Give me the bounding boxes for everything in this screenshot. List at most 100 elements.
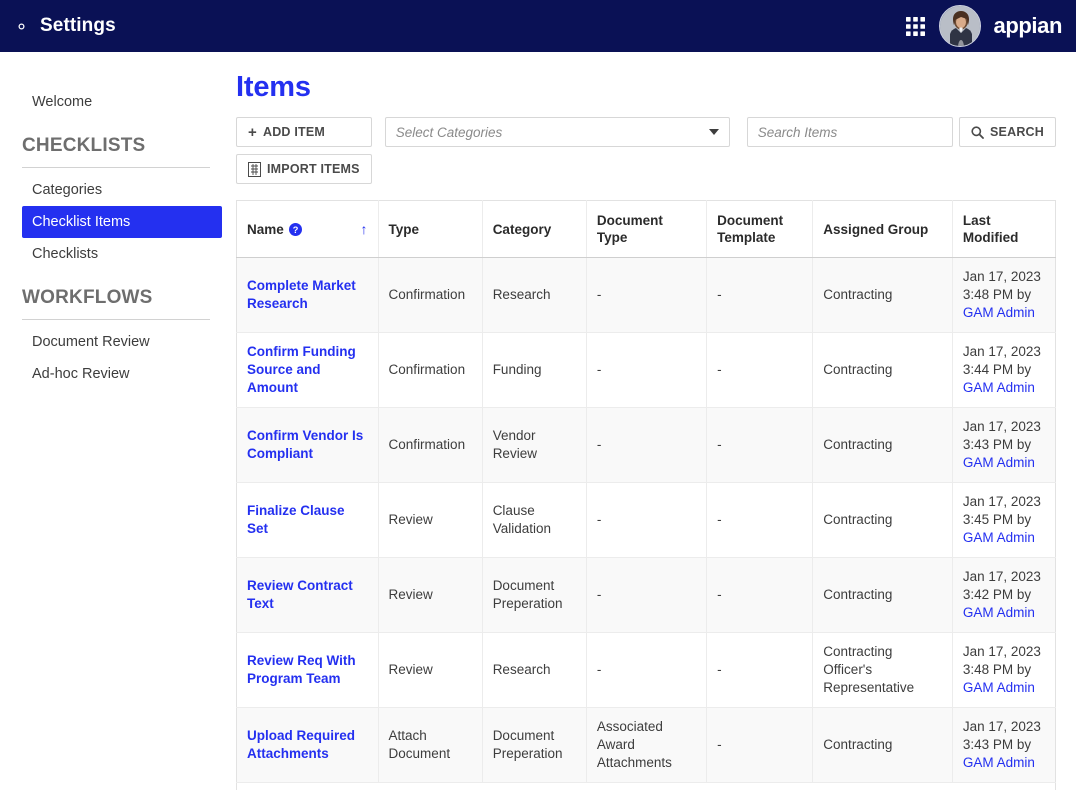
- modified-timestamp: Jan 17, 2023 3:44 PM by: [962, 344, 1041, 377]
- cell-document-template: -: [706, 482, 814, 558]
- modified-timestamp: Jan 17, 2023 3:45 PM by: [962, 494, 1041, 527]
- table-row: Upload Required Attachments Attach Docum…: [236, 707, 1056, 783]
- item-name-link[interactable]: Review Contract Text: [247, 578, 353, 611]
- modified-timestamp: Jan 17, 2023 3:48 PM by: [962, 269, 1041, 302]
- page-title: Items: [236, 71, 311, 103]
- cell-document-type: -: [586, 482, 708, 558]
- cell-assigned-group: Contracting: [812, 482, 953, 558]
- item-name-link[interactable]: Complete Market Research: [247, 278, 356, 311]
- table-row: Review Contract Text Review Document Pre…: [236, 557, 1056, 633]
- cell-document-type: -: [586, 407, 708, 483]
- sidebar-item-document-review[interactable]: Document Review: [0, 326, 232, 358]
- cell-type: Confirmation: [378, 332, 483, 408]
- modified-by-link[interactable]: GAM Admin: [963, 605, 1035, 620]
- add-item-button[interactable]: + ADD ITEM: [236, 117, 372, 147]
- column-header-assigned-group[interactable]: Assigned Group: [812, 200, 953, 258]
- page-body: Welcome CHECKLISTS Categories Checklist …: [0, 52, 1076, 790]
- cell-type: Confirmation: [378, 257, 483, 333]
- cell-category: Clause Validation: [482, 482, 587, 558]
- cell-last-modified: Jan 17, 2023 3:45 PM by GAM Admin: [952, 482, 1056, 558]
- column-header-document-template[interactable]: Document Template: [706, 200, 814, 258]
- cell-last-modified: Jan 17, 2023 3:48 PM by GAM Admin: [952, 257, 1056, 333]
- cell-name: Upload Required Attachments: [236, 707, 379, 783]
- item-name-link[interactable]: Confirm Funding Source and Amount: [247, 344, 356, 395]
- item-name-link[interactable]: Confirm Vendor Is Compliant: [247, 428, 363, 461]
- topbar-title: Settings: [40, 15, 116, 36]
- items-table: Name ? ↑ Type Category Document Type Doc…: [236, 200, 1056, 790]
- modified-by-link[interactable]: GAM Admin: [963, 380, 1035, 395]
- cell-name: Confirm Vendor Is Compliant: [236, 407, 379, 483]
- sidebar-item-checklist-items[interactable]: Checklist Items: [22, 206, 222, 238]
- table-body: Complete Market Research Confirmation Re…: [236, 257, 1056, 790]
- category-select[interactable]: Select Categories: [384, 117, 730, 147]
- modified-by-link[interactable]: GAM Admin: [963, 680, 1035, 695]
- item-count: 7 items: [236, 782, 1056, 790]
- item-name-link[interactable]: Upload Required Attachments: [247, 728, 355, 761]
- cell-document-template: -: [706, 632, 814, 708]
- cell-category: Document Preperation: [482, 557, 587, 633]
- app-grid-icon[interactable]: [905, 16, 926, 37]
- cell-type: Review: [378, 557, 483, 633]
- import-items-button[interactable]: IMPORT ITEMS: [236, 154, 372, 184]
- column-header-last-modified[interactable]: Last Modified: [952, 200, 1056, 258]
- modified-by-link[interactable]: GAM Admin: [963, 530, 1035, 545]
- cell-type: Confirmation: [378, 407, 483, 483]
- cell-assigned-group: Contracting: [812, 257, 953, 333]
- modified-by-link[interactable]: GAM Admin: [963, 305, 1035, 320]
- table-row: Complete Market Research Confirmation Re…: [236, 257, 1056, 333]
- sidebar-item-categories[interactable]: Categories: [0, 174, 232, 206]
- column-header-type[interactable]: Type: [378, 200, 483, 258]
- table-header-row: Name ? ↑ Type Category Document Type Doc…: [236, 200, 1056, 258]
- gear-icon[interactable]: [12, 17, 31, 36]
- modified-by-link[interactable]: GAM Admin: [963, 455, 1035, 470]
- cell-name: Complete Market Research: [236, 257, 379, 333]
- table-header: Name ? ↑ Type Category Document Type Doc…: [236, 200, 1056, 258]
- search-area: SEARCH: [746, 117, 1056, 147]
- cell-last-modified: Jan 17, 2023 3:43 PM by GAM Admin: [952, 707, 1056, 783]
- table-row: Confirm Vendor Is Compliant Confirmation…: [236, 407, 1056, 483]
- table-row: Review Req With Program Team Review Rese…: [236, 632, 1056, 708]
- cell-document-type: -: [586, 257, 708, 333]
- modified-timestamp: Jan 17, 2023 3:43 PM by: [962, 419, 1041, 452]
- cell-category: Research: [482, 632, 587, 708]
- item-name-link[interactable]: Finalize Clause Set: [247, 503, 345, 536]
- sidebar-divider-workflows: [22, 319, 210, 320]
- spreadsheet-file-icon: [248, 161, 261, 177]
- topbar-branding-left: Settings: [12, 15, 116, 37]
- cell-type: Attach Document: [378, 707, 483, 783]
- sort-ascending-icon[interactable]: ↑: [361, 222, 368, 236]
- sidebar-item-ad-hoc-review[interactable]: Ad-hoc Review: [0, 358, 232, 390]
- sidebar-heading-checklists: CHECKLISTS: [22, 135, 146, 156]
- cell-document-type: -: [586, 557, 708, 633]
- column-header-name[interactable]: Name ? ↑: [236, 200, 379, 258]
- avatar[interactable]: [938, 5, 981, 47]
- appian-logo: appian: [993, 13, 1063, 38]
- cell-assigned-group: Contracting: [812, 332, 953, 408]
- cell-document-type: -: [586, 332, 708, 408]
- search-button[interactable]: SEARCH: [959, 117, 1056, 147]
- search-button-label: SEARCH: [990, 125, 1044, 139]
- column-header-category[interactable]: Category: [482, 200, 587, 258]
- search-input[interactable]: [746, 117, 954, 147]
- top-navigation-bar: Settings appian: [0, 0, 1076, 52]
- toolbar: + ADD ITEM IMPORT ITEMS Select Categorie…: [236, 117, 1056, 184]
- svg-text:?: ?: [292, 224, 298, 234]
- topbar-actions-right: appian: [905, 5, 1063, 47]
- sidebar-item-welcome[interactable]: Welcome: [0, 86, 232, 118]
- cell-document-template: -: [706, 257, 814, 333]
- cell-last-modified: Jan 17, 2023 3:43 PM by GAM Admin: [952, 407, 1056, 483]
- modified-by-link[interactable]: GAM Admin: [963, 755, 1035, 770]
- item-name-link[interactable]: Review Req With Program Team: [247, 653, 356, 686]
- modified-timestamp: Jan 17, 2023 3:42 PM by: [962, 569, 1041, 602]
- cell-last-modified: Jan 17, 2023 3:48 PM by GAM Admin: [952, 632, 1056, 708]
- table-footer-row: 7 items: [236, 782, 1056, 790]
- column-header-name-label: Name: [247, 221, 284, 237]
- column-header-document-type[interactable]: Document Type: [586, 200, 708, 258]
- help-icon[interactable]: ?: [288, 222, 302, 236]
- sidebar-item-checklists[interactable]: Checklists: [0, 238, 232, 270]
- table-row: Finalize Clause Set Review Clause Valida…: [236, 482, 1056, 558]
- cell-last-modified: Jan 17, 2023 3:42 PM by GAM Admin: [952, 557, 1056, 633]
- cell-name: Review Req With Program Team: [236, 632, 379, 708]
- cell-assigned-group: Contracting: [812, 557, 953, 633]
- category-select-box[interactable]: Select Categories: [384, 117, 730, 147]
